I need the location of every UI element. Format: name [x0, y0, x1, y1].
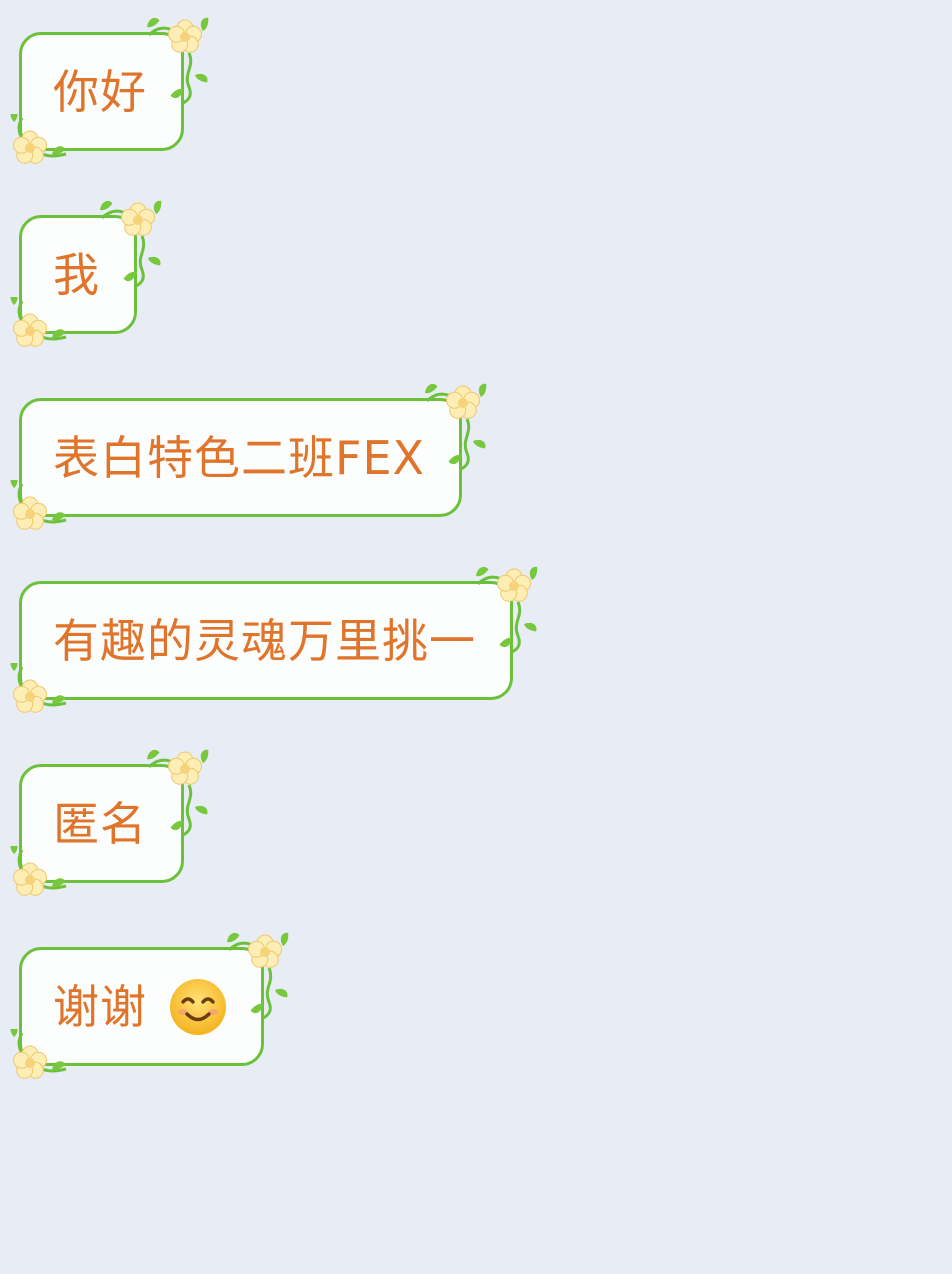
flower-vine-icon — [8, 663, 67, 713]
message-text: 匿名 — [53, 796, 147, 851]
message-bubble[interactable]: 匿名 — [8, 747, 212, 896]
message-text: 有趣的灵魂万里挑一 — [53, 613, 476, 668]
flower-vine-icon — [8, 480, 67, 530]
flower-vine-icon — [8, 1029, 67, 1079]
chat-area[interactable]: 你好 我 表白特色二班FEX 有趣的灵魂万里挑一 匿名 谢谢 — [0, 0, 952, 1274]
message-bubble[interactable]: 表白特色二班FEX — [8, 381, 490, 530]
message-bubble[interactable]: 你好 — [8, 15, 212, 164]
flower-vine-icon — [422, 381, 490, 471]
message-bubble[interactable]: 谢谢 — [8, 930, 292, 1079]
flower-vine-icon — [144, 15, 212, 105]
flower-vine-icon — [224, 930, 292, 1020]
flower-vine-icon — [8, 114, 67, 164]
flower-vine-icon — [8, 846, 67, 896]
flower-vine-icon — [473, 564, 541, 654]
flower-vine-icon — [8, 297, 67, 347]
flower-vine-icon — [97, 198, 165, 288]
flower-vine-icon — [144, 747, 212, 837]
message-bubble[interactable]: 我 — [8, 198, 165, 347]
smiling-face-icon — [170, 978, 226, 1035]
message-text: 你好 — [53, 64, 147, 119]
message-text: 我 — [53, 247, 100, 302]
message-text: 表白特色二班FEX — [53, 430, 426, 485]
message-bubble[interactable]: 有趣的灵魂万里挑一 — [8, 564, 541, 713]
message-text: 谢谢 — [53, 979, 147, 1034]
